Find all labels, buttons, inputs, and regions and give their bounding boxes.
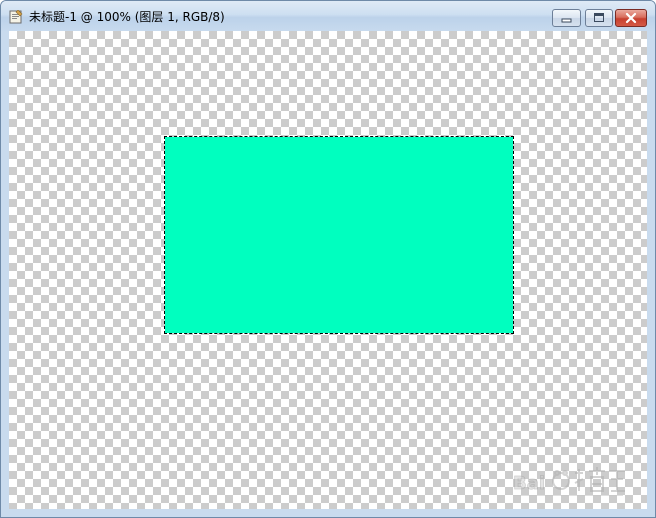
image-canvas[interactable]: Bai [9,31,647,509]
maximize-icon [594,13,604,22]
minimize-icon [561,18,572,23]
close-button[interactable] [615,9,647,27]
close-icon [625,12,637,24]
window-title: 未标题-1 @ 100% (图层 1, RGB/8) [29,10,225,24]
baidu-jingyan-logo: Bai [513,467,625,496]
title-bar[interactable]: 未标题-1 @ 100% (图层 1, RGB/8) [1,1,655,31]
maximize-button[interactable] [585,9,613,27]
minimize-button[interactable] [552,9,581,27]
document-window: 未标题-1 @ 100% (图层 1, RGB/8) Bai [0,0,656,518]
svg-text:Bai: Bai [513,473,545,494]
document-icon [9,10,23,24]
selection-marquee[interactable] [164,136,514,334]
